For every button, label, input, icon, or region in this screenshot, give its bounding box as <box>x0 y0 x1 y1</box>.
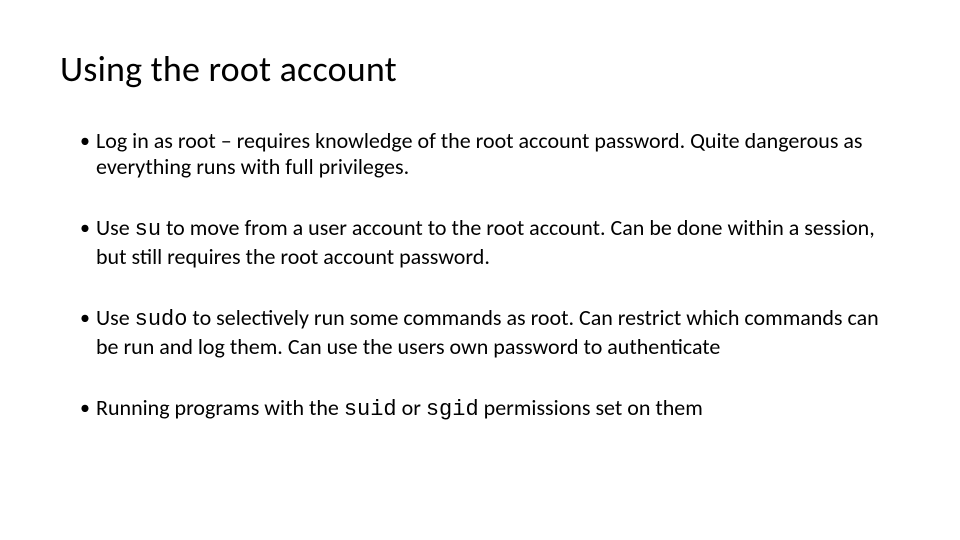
bullet-list: Log in as root – requires knowledge of t… <box>60 128 900 424</box>
bullet-text: Log in as root – requires knowledge of t… <box>96 127 863 181</box>
code-span: suid <box>344 397 397 422</box>
code-span: sgid <box>426 397 479 422</box>
code-span: sudo <box>135 307 188 332</box>
code-span: su <box>135 217 161 242</box>
list-item: Use sudo to selectively run some command… <box>80 305 900 361</box>
bullet-text: Use <box>96 304 135 331</box>
bullet-text: Running programs with the <box>96 394 344 421</box>
list-item: Running programs with the suid or sgid p… <box>80 395 900 424</box>
bullet-text: to move from a user account to the root … <box>96 214 875 270</box>
bullet-text: to selectively run some commands as root… <box>96 304 879 360</box>
list-item: Log in as root – requires knowledge of t… <box>80 128 900 182</box>
slide: Using the root account Log in as root – … <box>0 0 960 540</box>
bullet-text: or <box>397 394 426 421</box>
list-item: Use su to move from a user account to th… <box>80 215 900 271</box>
bullet-text: permissions set on them <box>479 394 703 421</box>
slide-title: Using the root account <box>60 50 900 90</box>
bullet-text: Use <box>96 214 135 241</box>
